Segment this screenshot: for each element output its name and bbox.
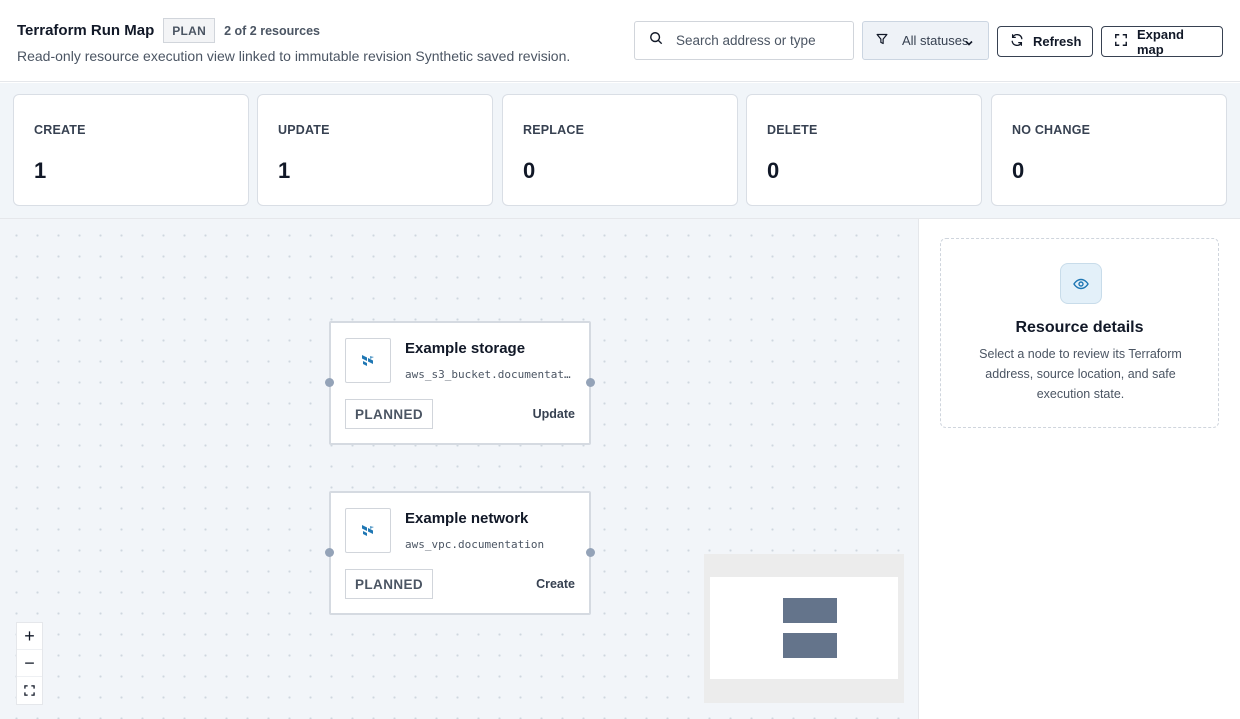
zoom-controls: + − bbox=[16, 622, 43, 705]
stat-label: REPLACE bbox=[523, 123, 585, 137]
minimap-node bbox=[783, 598, 837, 623]
run-map-canvas[interactable]: Example storage aws_s3_bucket.documentat… bbox=[0, 219, 919, 719]
aws-resource-icon bbox=[345, 508, 391, 553]
status-filter-value: All statuses bbox=[902, 33, 969, 48]
status-badge: PLANNED bbox=[345, 569, 434, 599]
stat-value: 0 bbox=[523, 158, 536, 183]
stat-card-delete: DELETE 0 bbox=[746, 94, 982, 206]
expand-label: Expand map bbox=[1137, 26, 1184, 57]
eye-icon bbox=[1060, 263, 1102, 304]
stat-value: 1 bbox=[34, 158, 47, 183]
stat-label: CREATE bbox=[34, 123, 86, 137]
resource-node[interactable]: Example storage aws_s3_bucket.documentat… bbox=[325, 321, 595, 445]
stat-card-no-change: NO CHANGE 0 bbox=[991, 94, 1227, 206]
node-action: Update bbox=[532, 407, 575, 421]
stat-label: NO CHANGE bbox=[1012, 123, 1091, 137]
refresh-button[interactable]: Refresh bbox=[997, 26, 1093, 57]
stat-label: UPDATE bbox=[278, 123, 330, 137]
page-subtitle: Read-only resource execution view linked… bbox=[17, 48, 571, 64]
details-description: Select a node to review its Terraform ad… bbox=[979, 347, 1182, 401]
page-title: Terraform Run Map bbox=[17, 22, 155, 39]
search-input[interactable] bbox=[676, 33, 836, 48]
stat-label: DELETE bbox=[767, 123, 818, 137]
filter-icon bbox=[876, 33, 888, 48]
zoom-out-button[interactable]: − bbox=[17, 650, 42, 677]
expand-map-button[interactable]: Expand map bbox=[1101, 26, 1223, 57]
node-address: aws_vpc.documentation bbox=[405, 538, 545, 551]
node-action: Create bbox=[536, 577, 575, 591]
resource-count: 2 of 2 resources bbox=[224, 23, 320, 38]
stat-card-update: UPDATE 1 bbox=[257, 94, 493, 206]
node-name: Example network bbox=[405, 510, 529, 527]
stat-value: 0 bbox=[767, 158, 780, 183]
search-box[interactable] bbox=[634, 21, 854, 60]
search-icon bbox=[649, 31, 663, 50]
expand-icon bbox=[1114, 33, 1137, 50]
refresh-label: Refresh bbox=[1033, 34, 1082, 49]
stat-value: 1 bbox=[278, 158, 291, 183]
node-output-handle[interactable] bbox=[586, 548, 595, 557]
node-input-handle[interactable] bbox=[325, 548, 334, 557]
fit-view-icon bbox=[24, 680, 35, 701]
stat-value: 0 bbox=[1012, 158, 1025, 183]
zoom-in-button[interactable]: + bbox=[17, 623, 42, 650]
node-name: Example storage bbox=[405, 340, 526, 357]
plan-badge: PLAN bbox=[163, 18, 216, 43]
status-filter-select[interactable]: All statuses bbox=[862, 21, 989, 60]
minimap-node bbox=[783, 633, 837, 658]
page-header: Terraform Run Map PLAN 2 of 2 resources … bbox=[0, 0, 1240, 82]
title-row: Terraform Run Map PLAN 2 of 2 resources bbox=[17, 18, 320, 43]
node-address: aws_s3_bucket.documentation bbox=[405, 368, 575, 381]
resource-node[interactable]: Example network aws_vpc.documentation PL… bbox=[325, 491, 595, 615]
refresh-icon bbox=[1010, 33, 1033, 50]
stat-card-create: CREATE 1 bbox=[13, 94, 249, 206]
minimap[interactable] bbox=[704, 554, 904, 703]
stat-card-replace: REPLACE 0 bbox=[502, 94, 738, 206]
node-output-handle[interactable] bbox=[586, 378, 595, 387]
aws-resource-icon bbox=[345, 338, 391, 383]
fit-view-button[interactable] bbox=[17, 677, 42, 704]
details-title: Resource details bbox=[1015, 319, 1144, 336]
status-badge: PLANNED bbox=[345, 399, 434, 429]
summary-stats: CREATE 1 UPDATE 1 REPLACE 0 DELETE 0 NO … bbox=[0, 83, 1240, 219]
minimap-viewport bbox=[710, 577, 898, 679]
resource-details-panel: Resource details Select a node to review… bbox=[940, 238, 1219, 428]
chevron-down-icon bbox=[964, 36, 974, 51]
node-input-handle[interactable] bbox=[325, 378, 334, 387]
